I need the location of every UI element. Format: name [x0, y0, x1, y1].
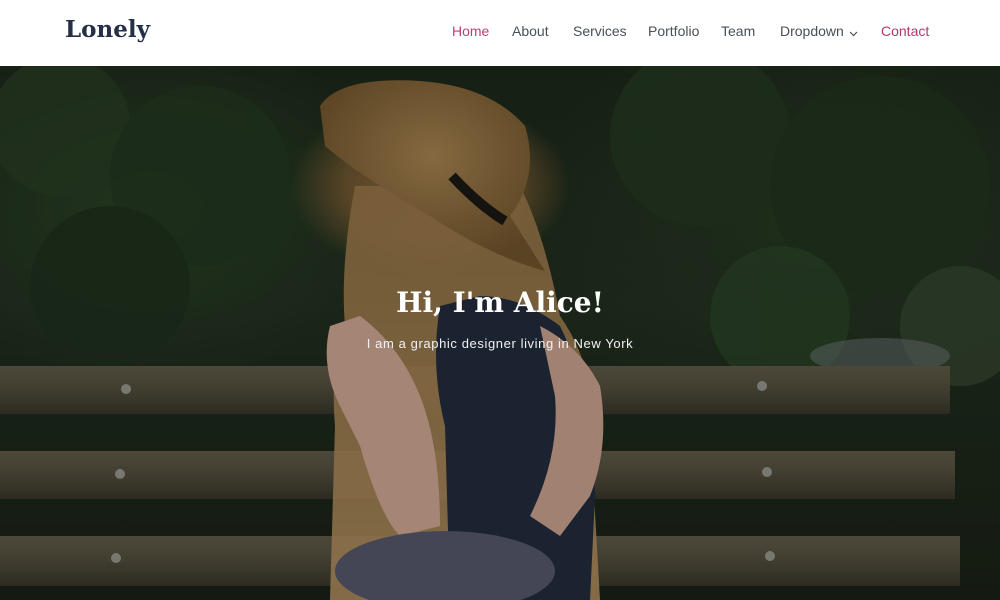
- chevron-down-icon: [849, 24, 858, 40]
- hero-title: Hi, I'm Alice!: [396, 286, 604, 319]
- nav-item-dropdown[interactable]: Dropdown: [780, 23, 858, 40]
- hero-subtitle: I am a graphic designer living in New Yo…: [366, 336, 634, 351]
- hero-overlay: [0, 66, 1000, 600]
- nav-item-contact[interactable]: Contact: [881, 23, 929, 39]
- nav-item-team[interactable]: Team: [721, 23, 755, 39]
- nav-item-portfolio[interactable]: Portfolio: [648, 23, 699, 39]
- nav-item-about[interactable]: About: [512, 23, 549, 39]
- hero-section: Hi, I'm Alice! I am a graphic designer l…: [0, 66, 1000, 600]
- site-logo[interactable]: Lonely: [65, 16, 150, 43]
- nav-item-services[interactable]: Services: [573, 23, 627, 39]
- site-header: Lonely Home About Services Portfolio Tea…: [0, 0, 1000, 66]
- nav-item-dropdown-label: Dropdown: [780, 23, 844, 39]
- nav-item-home[interactable]: Home: [452, 23, 489, 39]
